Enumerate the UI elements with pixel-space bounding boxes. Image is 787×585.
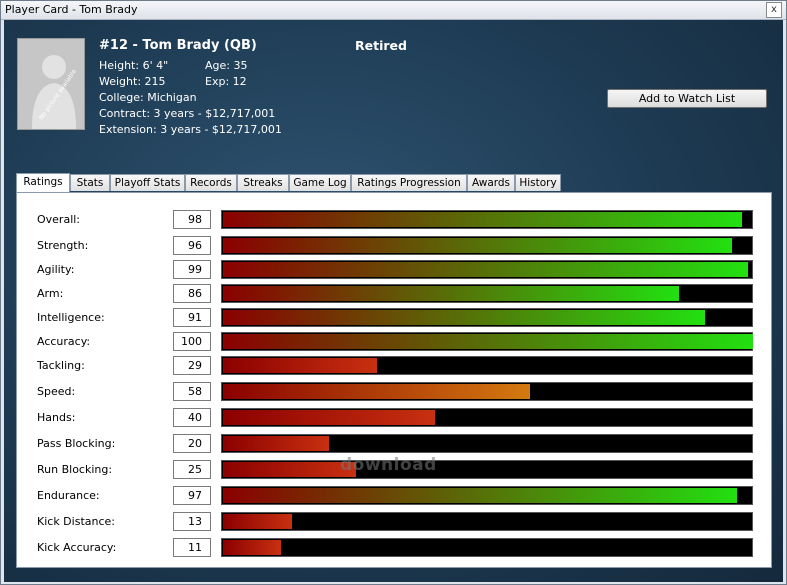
rating-label: Endurance: [37,489,100,502]
rating-bar [221,460,753,479]
rating-row: Endurance: 97 [17,486,773,506]
player-college: College: Michigan [99,91,197,104]
rating-bar-fill [223,540,281,555]
title-bar[interactable]: Player Card - Tom Brady x [1,1,786,20]
rating-label: Pass Blocking: [37,437,116,450]
ratings-panel: Overall: 98 Strength: 96 Agility: 99 Arm: 86 Int… [16,192,772,568]
rating-label: Accuracy: [37,335,91,348]
rating-bar [221,512,753,531]
rating-bar [221,408,753,427]
rating-bar [221,356,753,375]
rating-bar-fill [223,358,377,373]
watermark-logo: download [340,455,437,475]
rating-label: Run Blocking: [37,463,113,476]
rating-label: Tackling: [37,359,85,372]
tab-awards[interactable]: Awards [467,174,515,191]
rating-label: Hands: [37,411,76,424]
tab-ratings[interactable]: Ratings [16,173,70,192]
player-weight: Weight: 215 [99,75,166,88]
rating-row: Kick Distance: 13 [17,512,773,532]
rating-row: Speed: 58 [17,382,773,402]
rating-bar [221,284,753,303]
rating-row: Hands: 40 [17,408,773,428]
rating-bar-fill [223,262,748,277]
window-title: Player Card - Tom Brady [5,3,138,16]
rating-value: 98 [173,210,211,229]
rating-bar-fill [223,334,753,349]
rating-value: 13 [173,512,211,531]
tab-history[interactable]: History [515,174,561,191]
rating-value: 96 [173,236,211,255]
rating-value: 91 [173,308,211,327]
rating-row: Intelligence: 91 [17,308,773,328]
rating-row: Strength: 96 [17,236,773,256]
rating-row: Accuracy: 100 [17,332,773,352]
rating-bar-fill [223,462,356,477]
rating-label: Kick Accuracy: [37,541,117,554]
player-header-panel: No picture available #12 - Tom Brady (QB… [4,20,783,582]
rating-bar [221,434,753,453]
rating-label: Intelligence: [37,311,105,324]
rating-bar-fill [223,436,329,451]
player-status: Retired [355,38,407,53]
player-exp: Exp: 12 [205,75,247,88]
rating-bar-fill [223,410,435,425]
rating-bar-fill [223,310,705,325]
player-name: #12 - Tom Brady (QB) [99,38,257,53]
rating-bar [221,538,753,557]
tab-stats[interactable]: Stats [70,174,110,191]
rating-row: Overall: 98 [17,210,773,230]
player-photo: No picture available [17,38,85,130]
add-to-watch-list-button[interactable]: Add to Watch List [607,89,767,108]
player-age: Age: 35 [205,59,248,72]
rating-value: 58 [173,382,211,401]
close-icon[interactable]: x [766,2,782,18]
rating-label: Strength: [37,239,89,252]
rating-bar [221,332,753,351]
rating-label: Agility: [37,263,75,276]
rating-bar [221,308,753,327]
rating-label: Speed: [37,385,76,398]
rating-bar [221,260,753,279]
rating-row: Arm: 86 [17,284,773,304]
player-info: #12 - Tom Brady (QB) Height: 6' 4" Age: 3… [99,38,282,138]
rating-row: Tackling: 29 [17,356,773,376]
rating-value: 40 [173,408,211,427]
rating-bar [221,486,753,505]
rating-value: 99 [173,260,211,279]
rating-bar [221,210,753,229]
rating-bar-fill [223,286,679,301]
rating-value: 97 [173,486,211,505]
tab-playoff-stats[interactable]: Playoff Stats [110,174,185,191]
rating-bar-fill [223,514,292,529]
rating-row: Agility: 99 [17,260,773,280]
rating-label: Arm: [37,287,64,300]
rating-value: 100 [173,332,211,351]
rating-label: Overall: [37,213,81,226]
rating-value: 25 [173,460,211,479]
no-picture-silhouette-icon: No picture available [18,39,84,129]
rating-bar-fill [223,238,732,253]
rating-value: 11 [173,538,211,557]
rating-row: Kick Accuracy: 11 [17,538,773,558]
rating-bar [221,382,753,401]
tab-game-log[interactable]: Game Log [289,174,351,191]
rating-bar-fill [223,212,742,227]
tab-ratings-progression[interactable]: Ratings Progression [351,174,467,191]
rating-value: 20 [173,434,211,453]
rating-bar-fill [223,384,530,399]
player-extension: Extension: 3 years - $12,717,001 [99,123,282,136]
rating-label: Kick Distance: [37,515,115,528]
rating-row: Pass Blocking: 20 [17,434,773,454]
tab-streaks[interactable]: Streaks [237,174,289,191]
rating-bar [221,236,753,255]
player-height: Height: 6' 4" [99,59,169,72]
player-card-window: Player Card - Tom Brady x No picture ava… [0,0,787,585]
player-contract: Contract: 3 years - $12,717,001 [99,107,276,120]
rating-value: 86 [173,284,211,303]
tab-records[interactable]: Records [185,174,237,191]
rating-bar-fill [223,488,737,503]
rating-value: 29 [173,356,211,375]
